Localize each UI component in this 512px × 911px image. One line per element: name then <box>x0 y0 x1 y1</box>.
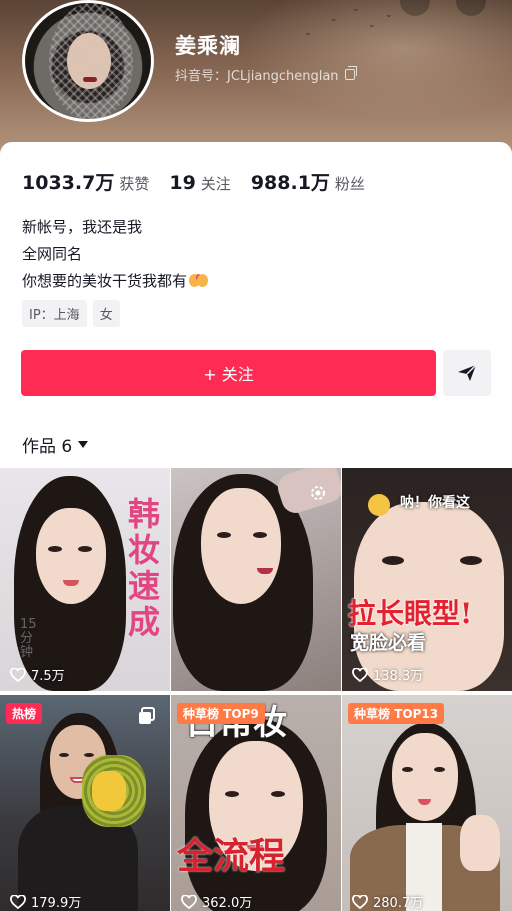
heart-icon <box>352 894 368 909</box>
avatar-veil <box>49 3 133 119</box>
thumb-eye <box>217 532 231 538</box>
thumb-eye <box>225 791 239 797</box>
thumb-sub-text: 宽脸必看 <box>350 632 427 654</box>
followers-label[interactable]: 粉丝 <box>335 173 365 194</box>
thumb-eye <box>271 791 285 797</box>
thumb-face <box>36 508 106 604</box>
thumb-eye <box>253 532 267 538</box>
share-icon <box>458 364 477 381</box>
following-label[interactable]: 关注 <box>201 173 231 194</box>
share-button[interactable] <box>443 350 491 396</box>
bird-decoration: ⌄ <box>352 4 360 14</box>
video-thumbnail-4[interactable]: 热榜 179.9万 <box>0 695 170 911</box>
thumb-face <box>201 488 281 604</box>
thumb-overlay-text: 全流程 <box>177 835 286 877</box>
video-likes: 138.3万 <box>352 665 423 684</box>
thumb-overlay-text: 韩妆速成 <box>128 495 161 641</box>
thumb-eye <box>402 767 413 772</box>
bio-line: 全网同名 <box>22 245 83 263</box>
video-thumbnail-6[interactable]: 种草榜 TOP13 280.7万 <box>342 695 512 911</box>
video-likes: 280.7万 <box>352 892 423 911</box>
followers-count[interactable]: 988.1万 <box>251 168 330 195</box>
thumb-eye <box>460 556 482 565</box>
thumb-eye <box>84 753 94 757</box>
avatar[interactable] <box>22 0 154 122</box>
thumb-face <box>392 733 458 821</box>
video-thumbnail-2[interactable] <box>171 468 341 691</box>
thumb-eye <box>78 546 92 552</box>
bird-decoration: ⌄ <box>368 20 376 30</box>
heart-icon <box>352 667 368 682</box>
profile-stats: 1033.7万 获赞 19 关注 988.1万 粉丝 <box>22 168 385 195</box>
settings-icon <box>311 486 325 500</box>
thumb-eye <box>434 767 445 772</box>
likes-count-text: 7.5万 <box>31 669 65 684</box>
chevron-down-icon <box>78 441 89 448</box>
thumb-eye <box>59 753 69 757</box>
thumb-eye <box>382 556 404 565</box>
bio-line-3: 你想要的美妆干货我都有 <box>22 268 209 295</box>
video-thumbnail-3[interactable]: 呐！你看这 拉长眼型! 宽脸必看 138.3万 <box>342 468 512 691</box>
copy-icon[interactable] <box>344 66 357 80</box>
avatar-lips <box>83 77 97 82</box>
thumb-hand <box>460 815 500 871</box>
likes-label: 获赞 <box>119 175 150 193</box>
gender-tag: 女 <box>92 300 120 327</box>
video-thumbnail-5[interactable]: 日常妆 全流程 种草榜 TOP9 362.0万 <box>171 695 341 911</box>
thumb-overlay-text: 拉长眼型! <box>348 597 473 630</box>
video-likes: 362.0万 <box>181 892 252 911</box>
banner-haze <box>240 0 512 120</box>
likes-count-text: 138.3万 <box>373 669 424 684</box>
handle-text: 抖音号：JCLjiangchenglan <box>175 69 339 84</box>
video-likes: 7.5万 <box>10 665 65 684</box>
bird-decoration: ⌄ <box>385 10 393 20</box>
works-label: 作品 6 <box>22 437 73 457</box>
heart-icon <box>181 894 197 909</box>
bird-decoration: ⌄ <box>304 28 312 38</box>
heart-icon <box>10 667 26 682</box>
multi-image-icon <box>139 707 155 724</box>
video-likes: 179.9万 <box>10 892 81 911</box>
likes-count-text: 280.7万 <box>373 896 424 911</box>
thumb-small-text: 15分钟 <box>20 617 37 660</box>
works-tab[interactable]: 作品 6 <box>22 432 89 457</box>
thumb-eye <box>48 546 62 552</box>
likes-count-text: 179.9万 <box>31 896 82 911</box>
following-count[interactable]: 19 <box>169 172 195 194</box>
bio-line: 新帐号，我还是我 <box>22 218 143 236</box>
hot-badge: 热榜 <box>6 703 43 724</box>
hug-emoji-icon <box>189 272 209 288</box>
thinking-emoji-icon <box>368 494 390 516</box>
follow-button[interactable]: + 关注 <box>21 350 436 396</box>
rank-badge: 种草榜 TOP13 <box>348 703 445 724</box>
likes-count-text: 362.0万 <box>202 896 253 911</box>
rank-badge: 种草榜 TOP9 <box>177 703 265 724</box>
profile-handle: 抖音号：JCLjiangchenglan <box>175 65 357 84</box>
thumb-top-text: 呐！你看这 <box>400 495 470 511</box>
ip-tag: IP：上海 <box>22 300 87 327</box>
profile-bio: 新帐号，我还是我 全网同名 你想要的美妆干货我都有 <box>22 214 209 295</box>
bird-decoration: ⌄ <box>330 14 338 24</box>
thumb-durian-flesh <box>92 771 126 811</box>
profile-name: 姜乘澜 <box>175 34 241 58</box>
bio-line: 你想要的美妆干货我都有 <box>22 272 188 290</box>
profile-tags: IP：上海 女 <box>22 300 120 327</box>
likes-count: 1033.7万 <box>22 172 115 194</box>
video-thumbnail-1[interactable]: 韩妆速成 15分钟 7.5万 <box>0 468 170 691</box>
heart-icon <box>10 894 26 909</box>
